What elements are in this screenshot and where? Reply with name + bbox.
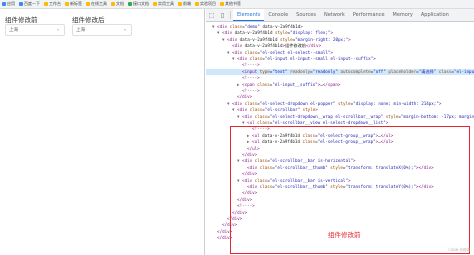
dom-node-markup: <div class="demo" data-v-2a9f4b1d>: [217, 24, 303, 29]
dom-node-line[interactable]: <input type="text" readonly="readonly" a…: [206, 68, 474, 76]
bookmark-item[interactable]: 接口文档: [128, 1, 149, 7]
folder-icon: [128, 2, 132, 6]
bookmark-label: 应用: [7, 1, 15, 6]
dom-node-line[interactable]: ▶ <span class="el-input__suffix">…</span…: [206, 82, 474, 88]
folder-icon: [19, 2, 23, 6]
dom-node-line[interactable]: <!---->: [206, 75, 474, 81]
devtools-tab-bar: ⬚ ▯ Elements Console Sources Network Perform…: [206, 9, 474, 22]
dom-node-markup: <!---->: [242, 75, 260, 81]
select-value: 上海: [9, 28, 18, 33]
bookmark-item[interactable]: 实用工具: [153, 1, 174, 7]
select-value: 上海: [76, 28, 85, 33]
tab-memory[interactable]: Memory: [389, 9, 417, 21]
bookmark-label: 前端: [183, 1, 191, 6]
chevron-down-icon: ▾: [124, 27, 127, 32]
bookmark-label: 实用工具: [158, 1, 174, 6]
dom-node-line[interactable]: ▼ <div class="el-scrollbar" style>: [206, 107, 474, 113]
field-label-before: 组件修改前: [5, 16, 38, 24]
elements-tree: </div> </div> </div> </div> </div> <!---…: [206, 22, 474, 255]
bookmark-label: 其他书签: [225, 1, 241, 6]
city-select-after[interactable]: 上海 ▾: [72, 24, 132, 36]
dom-node-markup: </div>: [237, 94, 253, 100]
dom-node-markup: <div data-v-2a9f4b1d style="margin-right…: [227, 36, 351, 42]
bookmark-item[interactable]: 其他书签: [220, 1, 241, 7]
dom-node-markup: <div class="el-scrollbar" style>: [237, 107, 318, 113]
devtools-panel: ⬚ ▯ Elements Console Sources Network Perform…: [206, 9, 474, 255]
bookmark-label: 百度一下: [24, 1, 40, 6]
dom-node-markup: <div data-v-2a9f4b1d style="display: fle…: [222, 30, 334, 36]
dom-node-markup: <ul class="el-scrollbar__view el-select-…: [247, 120, 389, 125]
dom-node-line[interactable]: ▼ <div data-v-2a9f4b1d style="margin-rig…: [206, 37, 474, 43]
watermark: CSDN @前端: [448, 247, 470, 252]
bookmark-item[interactable]: 应用: [2, 1, 15, 7]
bookmark-label: 在线工具: [91, 1, 107, 6]
bookmarks-bar: 应用 百度一下 工作台 新标签 在线工具 文档 接口文档 实用工具 前端 实验项目 其他书签: [0, 0, 474, 9]
folder-icon: [153, 2, 157, 6]
inspect-element-icon[interactable]: ⬚: [206, 9, 217, 21]
folder-icon: [220, 2, 224, 6]
dom-node-line[interactable]: ▼ <div data-v-2a9f4b1d style="display: f…: [206, 30, 474, 36]
dom-node-line[interactable]: ▼ <div class="el-select el-select--small…: [206, 50, 474, 56]
folder-icon: [111, 2, 115, 6]
bookmark-label: 文档: [116, 1, 124, 6]
tab-elements[interactable]: Elements: [233, 9, 265, 21]
folder-icon: [178, 2, 182, 6]
dom-node-markup: <input type="text" readonly="readonly" a…: [242, 68, 474, 74]
bookmark-item[interactable]: 百度一下: [19, 1, 40, 7]
dom-node-line[interactable]: </div>: [206, 94, 474, 100]
device-toolbar-icon[interactable]: ▯: [217, 9, 228, 21]
bookmark-item[interactable]: 新标签: [65, 1, 82, 7]
dom-node-markup: <span class="el-input__suffix">…</span>: [242, 81, 341, 87]
bookmark-label: 新标签: [70, 1, 82, 6]
dom-node-markup: <div class="el-select-dropdown el-popper…: [232, 100, 442, 106]
dom-node-markup: <div class="el-input el-input--small el-…: [237, 56, 376, 61]
dom-node-line[interactable]: ▼ <div class="el-select-dropdown__wrap e…: [206, 114, 474, 120]
dom-node-markup: <div class="el-select-dropdown__wrap el-…: [242, 113, 474, 119]
field-label-after: 组件修改后: [72, 16, 105, 24]
annotation-label: 组件修改前: [328, 231, 361, 239]
bookmark-item[interactable]: 工作台: [44, 1, 61, 7]
folder-icon: [195, 2, 199, 6]
bookmark-item[interactable]: 实验项目: [195, 1, 216, 7]
bookmark-item[interactable]: 前端: [178, 1, 191, 7]
dom-node-markup: <div class="el-select el-select--small">: [232, 49, 333, 55]
folder-icon: [44, 2, 48, 6]
dom-node-markup: <!---->: [242, 88, 260, 93]
tab-console[interactable]: Console: [264, 9, 292, 21]
divider: [230, 11, 231, 19]
dom-node-line[interactable]: <!---->: [206, 88, 474, 94]
dom-node-line[interactable]: ▼ <div class="el-input el-input--small e…: [206, 56, 474, 62]
devtools-tabs: Elements Console Sources Network Performance…: [233, 9, 453, 21]
tab-performance[interactable]: Performance: [349, 9, 389, 21]
folder-icon: [65, 2, 69, 6]
dom-node-line[interactable]: ▼ <div class="el-select-dropdown el-popp…: [206, 101, 474, 107]
bookmark-item[interactable]: 文档: [111, 1, 124, 7]
bookmark-label: 实验项目: [200, 1, 216, 6]
folder-icon: [2, 2, 6, 6]
dom-node-markup: <!---->: [242, 62, 260, 68]
dom-node-line[interactable]: <div data-v-2a9f4b1d>组件修改前</div>: [206, 43, 474, 49]
tab-sources[interactable]: Sources: [292, 9, 320, 21]
bookmark-label: 接口文档: [133, 1, 149, 6]
folder-icon: [86, 2, 90, 6]
chevron-down-icon: ▾: [57, 27, 60, 32]
dom-node-line[interactable]: <!---->: [206, 62, 474, 68]
bookmark-item[interactable]: 在线工具: [86, 1, 107, 7]
city-select-before[interactable]: 上海 ▾: [5, 24, 65, 36]
tab-application[interactable]: Application: [417, 9, 453, 21]
dom-node-markup: <div data-v-2a9f4b1d>组件修改前</div>: [232, 43, 322, 49]
tab-network[interactable]: Network: [320, 9, 349, 21]
bookmark-label: 工作台: [49, 1, 61, 6]
page-content: 组件修改前 上海 ▾ 组件修改后 上海 ▾: [0, 9, 205, 255]
dom-node-line[interactable]: ▼ <div class="demo" data-v-2a9f4b1d>: [206, 24, 474, 30]
